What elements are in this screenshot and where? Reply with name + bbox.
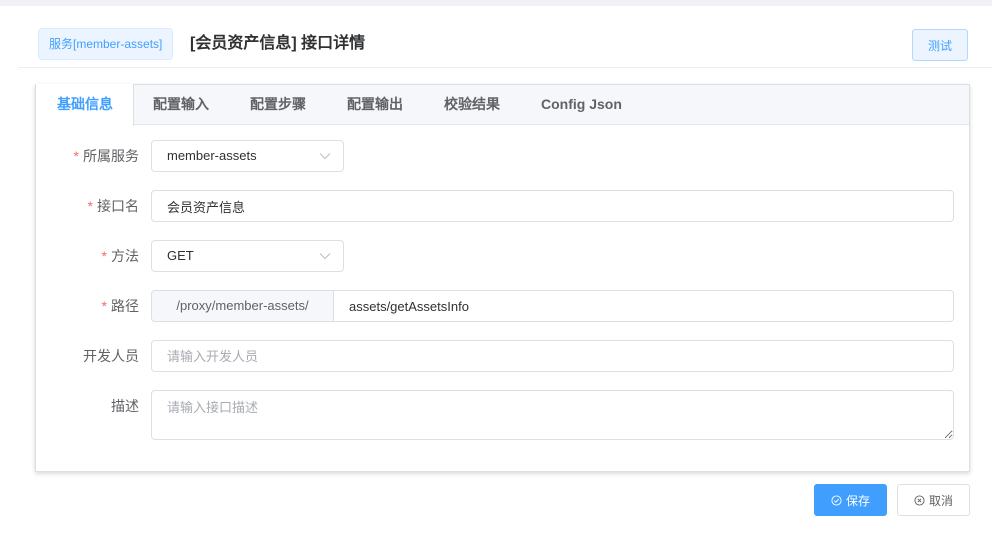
service-select[interactable]: member-assets: [151, 140, 344, 172]
tabs-container: 基础信息 配置输入 配置步骤 配置输出 校验结果 Config Json * 所属…: [35, 84, 970, 472]
required-mark: *: [101, 248, 107, 264]
required-mark: *: [87, 198, 93, 214]
close-circle-icon: [914, 494, 925, 506]
interface-name-input[interactable]: [151, 190, 954, 222]
test-button[interactable]: 测试: [912, 29, 968, 61]
path-label-text: 路径: [111, 298, 139, 314]
tab-config-json[interactable]: Config Json: [521, 84, 642, 125]
page-title: [会员资产信息] 接口详情: [190, 35, 366, 52]
description-label: 描述: [111, 398, 139, 414]
required-mark: *: [73, 148, 79, 164]
name-label-text: 接口名: [97, 198, 139, 214]
service-label-text: 所属服务: [83, 148, 139, 164]
path-prefix: /proxy/member-assets/: [151, 290, 334, 322]
method-select[interactable]: GET: [151, 240, 344, 272]
path-input[interactable]: [333, 290, 954, 322]
check-circle-icon: [831, 494, 842, 506]
service-label: * 所属服务: [74, 140, 139, 172]
path-label: * 路径: [102, 290, 139, 322]
service-tag: 服务[member-assets]: [38, 28, 174, 60]
required-mark: *: [101, 298, 107, 314]
save-button-label: 保存: [845, 493, 870, 508]
tab-validation-result[interactable]: 校验结果: [424, 84, 520, 125]
method-select-value: GET: [167, 248, 194, 263]
description-textarea[interactable]: [151, 390, 954, 440]
interface-detail-card: 服务[member-assets] [会员资产信息] 接口详情 测试 基础信息 …: [0, 6, 992, 536]
cancel-button[interactable]: 取消: [897, 484, 970, 516]
method-label: * 方法: [102, 240, 139, 272]
tab-bar: 基础信息 配置输入 配置步骤 配置输出 校验结果 Config Json: [36, 84, 969, 126]
method-label-text: 方法: [111, 248, 139, 264]
save-button[interactable]: 保存: [814, 484, 887, 516]
chevron-down-icon: [319, 153, 331, 160]
tab-config-output[interactable]: 配置输出: [327, 84, 423, 125]
developer-label: 开发人员: [83, 348, 139, 364]
service-select-value: member-assets: [167, 148, 257, 163]
chevron-down-icon: [319, 253, 331, 260]
tab-config-input[interactable]: 配置输入: [133, 84, 229, 125]
tab-basic-info[interactable]: 基础信息: [36, 84, 134, 126]
page-header: 服务[member-assets] [会员资产信息] 接口详情 测试: [18, 6, 992, 68]
tab-config-steps[interactable]: 配置步骤: [230, 84, 326, 125]
name-label: * 接口名: [88, 190, 139, 222]
developer-input[interactable]: [151, 340, 954, 372]
cancel-button-label: 取消: [928, 493, 953, 508]
